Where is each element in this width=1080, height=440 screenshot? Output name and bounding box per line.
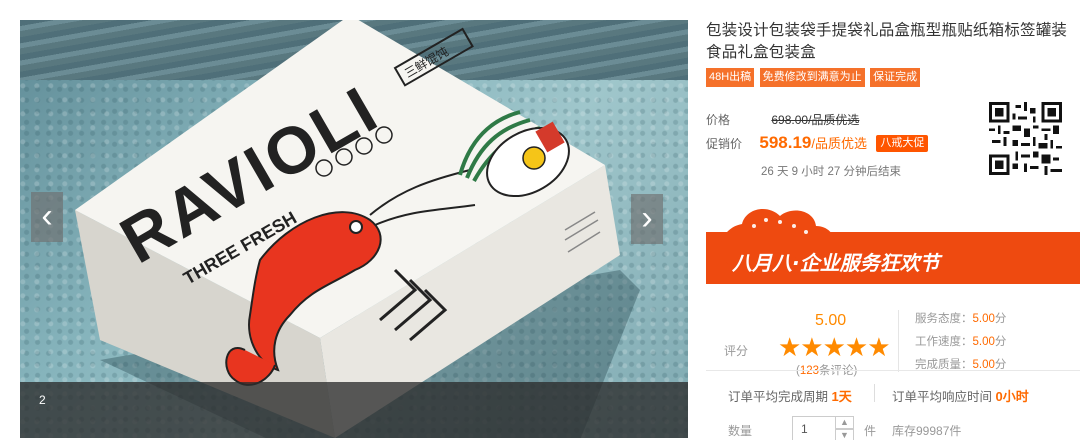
stock-count: 库存99987件 xyxy=(892,424,962,438)
original-price-row: 价格 698.00/品质优选 xyxy=(706,111,859,128)
tag-48h: 48H出稿 xyxy=(706,68,755,87)
quantity-decrease-button[interactable]: ▼ xyxy=(836,429,854,440)
period-divider xyxy=(874,384,875,402)
banner-text: 八月八·企业服务狂欢节 xyxy=(731,251,944,275)
rating-stars: ★★★★★ xyxy=(778,332,891,362)
section-divider xyxy=(706,370,1080,371)
rating-divider xyxy=(898,310,899,372)
prev-slide-button[interactable]: ‹ xyxy=(31,192,63,242)
service-attitude: 服务态度：5.00分 xyxy=(915,313,1007,325)
rating-panel: 评分 5.00 ★★★★★ (123条评论) 服务态度：5.00分 工作速度：5… xyxy=(706,290,1080,390)
promo-banner[interactable]: 八月八·企业服务狂欢节 xyxy=(706,204,1080,290)
quantity-unit: 件 xyxy=(864,424,877,438)
promo-price: 598.19 xyxy=(759,133,812,152)
next-slide-button[interactable]: › xyxy=(631,194,663,244)
price-label: 价格 xyxy=(706,113,731,127)
quantity-stepper[interactable]: ▲ ▼ xyxy=(836,416,854,440)
qr-code[interactable] xyxy=(989,102,1062,175)
promo-badge[interactable]: 八戒大促 xyxy=(876,135,929,152)
tag-guarantee: 保证完成 xyxy=(870,68,921,87)
rating-label: 评分 xyxy=(724,344,749,358)
tag-free-revision: 免费修改到满意为止 xyxy=(759,68,865,87)
avg-complete-period: 订单平均完成周期 1天 xyxy=(728,389,852,404)
promo-label: 促销价 xyxy=(706,137,743,151)
product-photo: RAVIOLI THREE FRESH 三鲜馄饨 xyxy=(75,20,640,438)
quantity-increase-button[interactable]: ▲ xyxy=(836,416,854,429)
quantity-input[interactable] xyxy=(792,416,836,440)
slide-index: 2 xyxy=(39,393,46,407)
promo-price-row: 促销价 598.19/品质优选 八戒大促 xyxy=(706,133,929,153)
promo-price-suffix: /品质优选 xyxy=(811,136,867,151)
quantity-label: 数量 xyxy=(728,424,753,438)
original-price: 698.00/品质优选 xyxy=(771,113,860,127)
slide-caption-bar: 2 xyxy=(20,382,688,438)
service-tags: 48H出稿 免费修改到满意为止 保证完成 xyxy=(706,67,1076,87)
product-image-gallery[interactable]: RAVIOLI THREE FRESH 三鲜馄饨 ‹ › 2 xyxy=(20,20,688,438)
work-speed: 工作速度：5.00分 xyxy=(915,336,1007,348)
product-title: 包装设计包装袋手提袋礼品盒瓶型瓶贴纸箱标签罐装食品礼盒包装盒 xyxy=(706,22,1068,61)
product-page: RAVIOLI THREE FRESH 三鲜馄饨 ‹ › 2 包装设计包装袋手提… xyxy=(0,0,1080,440)
product-info-panel: 包装设计包装袋手提袋礼品盒瓶型瓶贴纸箱标签罐装食品礼盒包装盒 48H出稿 免费修… xyxy=(706,20,1080,440)
promo-countdown: 26 天 9 小时 27 分钟后结束 xyxy=(761,166,901,178)
rating-score: 5.00 xyxy=(815,312,847,329)
avg-response-time: 订单平均响应时间 0小时 xyxy=(892,389,1029,404)
